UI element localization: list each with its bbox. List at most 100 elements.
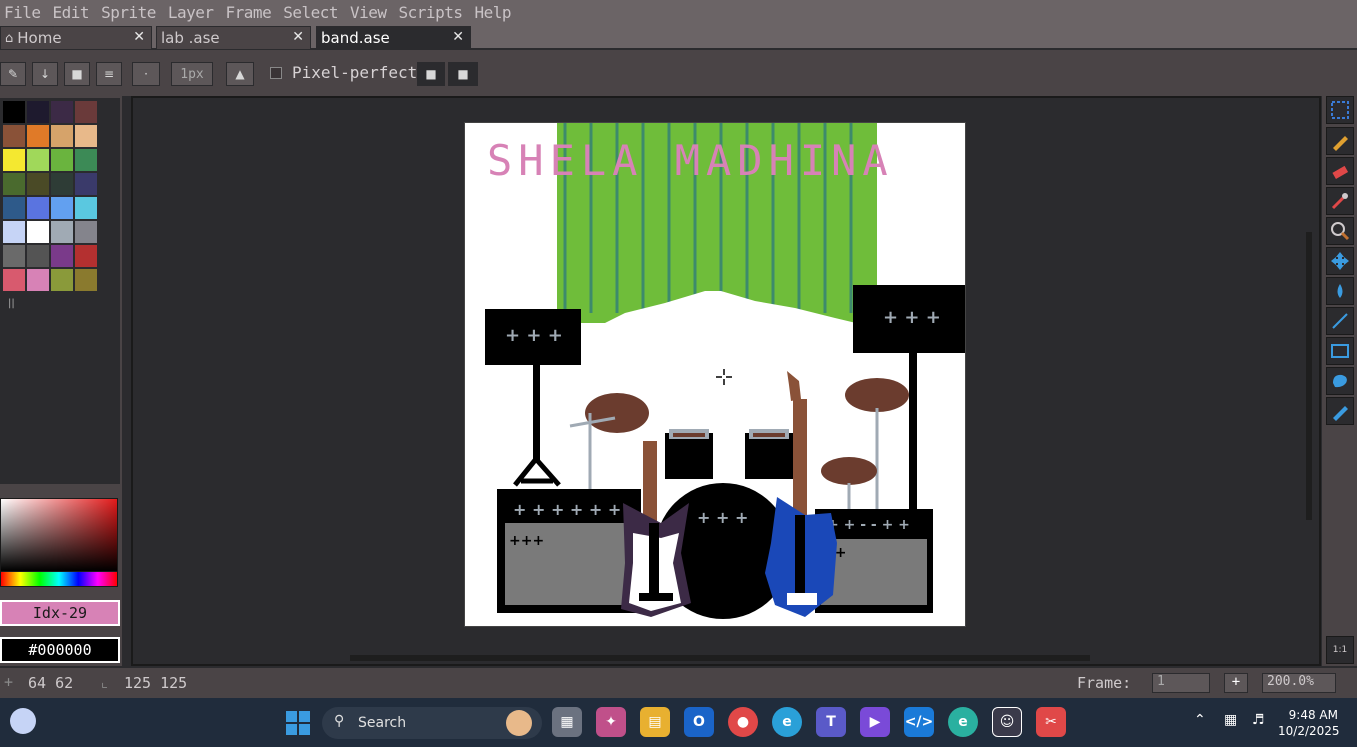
palette-swatch[interactable]: [75, 269, 97, 291]
add-frame-button[interactable]: +: [1224, 673, 1248, 693]
chrome-icon[interactable]: ●: [728, 707, 758, 737]
palette-swatch[interactable]: [27, 221, 49, 243]
close-icon[interactable]: ✕: [292, 29, 304, 45]
clock[interactable]: 9:48 AM 10/2/2025: [1278, 707, 1340, 739]
symmetry-icon[interactable]: ■: [417, 62, 445, 86]
palette-swatch[interactable]: [3, 101, 25, 123]
vertical-scrollbar[interactable]: [1306, 232, 1312, 520]
palette-swatch[interactable]: [3, 173, 25, 195]
menu-scripts[interactable]: Scripts: [395, 3, 467, 22]
lasso-icon[interactable]: [1326, 367, 1354, 395]
tab-lab[interactable]: lab .ase ✕: [156, 26, 311, 50]
palette-swatch[interactable]: [75, 197, 97, 219]
palette-swatch[interactable]: [3, 221, 25, 243]
palette-swatch[interactable]: [51, 173, 73, 195]
palette-swatch[interactable]: [3, 269, 25, 291]
tab-band[interactable]: band.ase ✕: [316, 26, 471, 50]
menu-file[interactable]: File: [0, 3, 45, 22]
palette-swatch[interactable]: [27, 125, 49, 147]
tab-home[interactable]: ⌂ Home ✕: [0, 26, 152, 50]
arrow-down-icon[interactable]: ↓: [32, 62, 58, 86]
menu-edit[interactable]: Edit: [49, 3, 94, 22]
palette-swatch[interactable]: [27, 101, 49, 123]
square-brush-icon[interactable]: ■: [64, 62, 90, 86]
palette-swatch[interactable]: [75, 125, 97, 147]
weather-icon[interactable]: [10, 708, 36, 734]
palette-swatch[interactable]: [51, 245, 73, 267]
ink-icon[interactable]: ▲: [226, 62, 254, 86]
zoom-icon[interactable]: [1326, 217, 1354, 245]
edge-icon[interactable]: e: [772, 707, 802, 737]
palette-swatch[interactable]: [27, 269, 49, 291]
teams-icon[interactable]: T: [816, 707, 846, 737]
zoom-reset-button[interactable]: 1:1: [1326, 636, 1354, 664]
blur-icon[interactable]: [1326, 397, 1354, 425]
palette-swatch[interactable]: [75, 221, 97, 243]
palette-swatch[interactable]: [27, 149, 49, 171]
close-icon[interactable]: ✕: [133, 29, 145, 45]
start-button[interactable]: [286, 711, 310, 735]
zoom-field[interactable]: 200.0%: [1262, 673, 1336, 693]
palette-swatch[interactable]: [51, 221, 73, 243]
palette-swatch[interactable]: [27, 197, 49, 219]
eyedropper-icon[interactable]: [1326, 187, 1354, 215]
pencil-mode-icon[interactable]: ✎: [0, 62, 26, 86]
marquee-icon[interactable]: [1326, 96, 1354, 124]
palette-swatch[interactable]: [3, 197, 25, 219]
symmetry-h-icon[interactable]: ■: [448, 62, 478, 86]
brush-size-field[interactable]: 1px: [171, 62, 213, 86]
hue-slider[interactable]: [0, 571, 118, 587]
app-icon[interactable]: ▶: [860, 707, 890, 737]
vscode-icon[interactable]: </>: [904, 707, 934, 737]
brush-type-icon[interactable]: ·: [132, 62, 160, 86]
task-view-icon[interactable]: ▦: [552, 707, 582, 737]
menu-sprite[interactable]: Sprite: [97, 3, 160, 22]
menu-select[interactable]: Select: [279, 3, 342, 22]
rectangle-icon[interactable]: [1326, 337, 1354, 365]
palette-swatch[interactable]: [3, 149, 25, 171]
palette-swatch[interactable]: [27, 173, 49, 195]
palette-resize-handle[interactable]: ||: [8, 298, 15, 310]
chevron-up-icon[interactable]: ⌃: [1194, 712, 1206, 728]
palette-swatch[interactable]: [27, 245, 49, 267]
volume-icon[interactable]: ♬: [1252, 712, 1265, 728]
color-saturation-picker[interactable]: [0, 498, 118, 572]
menu-frame[interactable]: Frame: [222, 3, 276, 22]
sprite-canvas[interactable]: SHELA MADHINA + + + + + + + + + + + + ++…: [464, 122, 966, 627]
network-icon[interactable]: ▦: [1224, 712, 1237, 728]
snipping-tool-icon[interactable]: ✂: [1036, 707, 1066, 737]
move-icon[interactable]: [1326, 247, 1354, 275]
tom-rim: [673, 433, 705, 437]
pixel-perfect-checkbox[interactable]: [270, 67, 282, 79]
line-icon[interactable]: [1326, 307, 1354, 335]
eraser-icon[interactable]: [1326, 157, 1354, 185]
menu-view[interactable]: View: [346, 3, 391, 22]
outlook-icon[interactable]: O: [684, 707, 714, 737]
palette-swatch[interactable]: [75, 101, 97, 123]
taskbar-search[interactable]: ⚲ Search: [322, 707, 542, 739]
palette-swatch[interactable]: [3, 125, 25, 147]
copilot-icon[interactable]: ✦: [596, 707, 626, 737]
color-index-field[interactable]: Idx-29: [0, 600, 120, 626]
menu-help[interactable]: Help: [470, 3, 515, 22]
horizontal-scrollbar[interactable]: [350, 655, 1090, 661]
menu-layer[interactable]: Layer: [164, 3, 218, 22]
paint-bucket-icon[interactable]: [1326, 277, 1354, 305]
palette-swatch[interactable]: [75, 149, 97, 171]
palette-swatch[interactable]: [3, 245, 25, 267]
palette-swatch[interactable]: [51, 149, 73, 171]
edge-dev-icon[interactable]: e: [948, 707, 978, 737]
palette-swatch[interactable]: [75, 173, 97, 195]
pencil-icon[interactable]: [1326, 127, 1354, 155]
close-icon[interactable]: ✕: [452, 29, 464, 45]
palette-swatch[interactable]: [51, 125, 73, 147]
palette-swatch[interactable]: [51, 101, 73, 123]
file-explorer-icon[interactable]: ▤: [640, 707, 670, 737]
palette-swatch[interactable]: [51, 197, 73, 219]
frame-field[interactable]: 1: [1152, 673, 1210, 693]
palette-swatch[interactable]: [51, 269, 73, 291]
palette-swatch[interactable]: [75, 245, 97, 267]
menu-lines-icon[interactable]: ≡: [96, 62, 122, 86]
aseprite-icon[interactable]: ☺: [992, 707, 1022, 737]
color-hex-field[interactable]: #000000: [0, 637, 120, 663]
